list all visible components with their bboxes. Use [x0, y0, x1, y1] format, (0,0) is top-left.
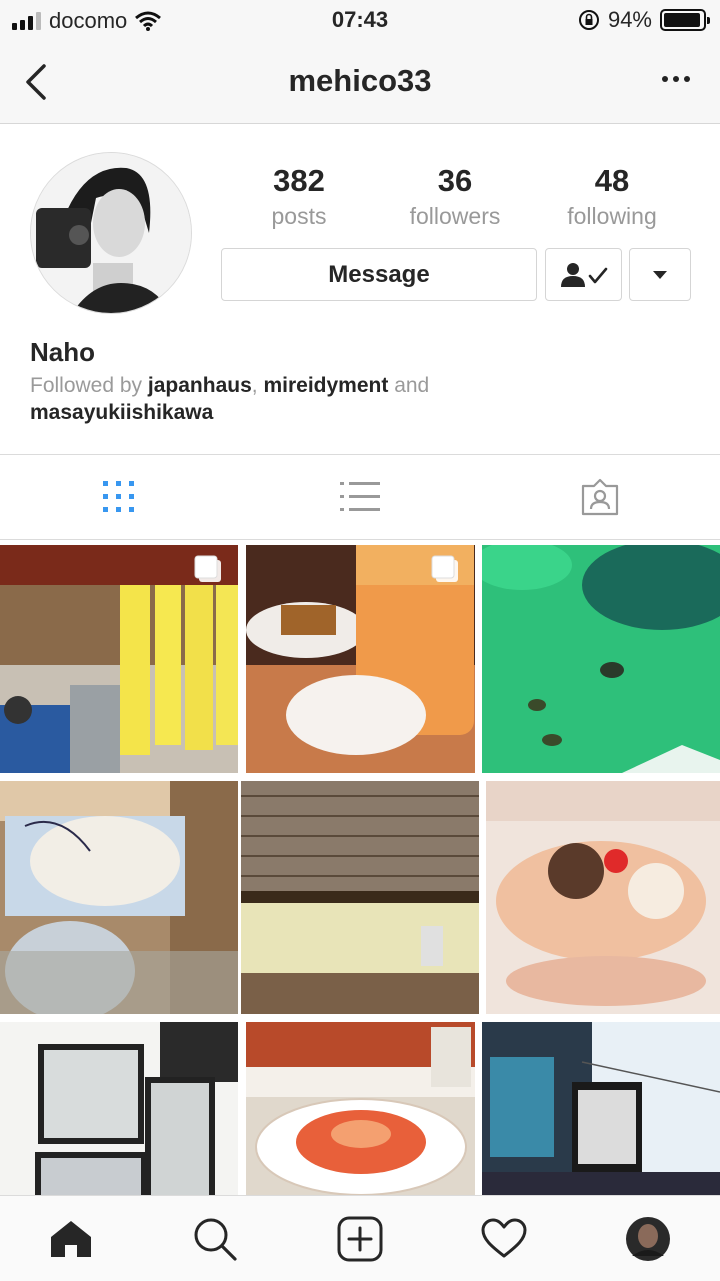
post-photo: [0, 781, 238, 1014]
profile-tab[interactable]: [625, 1216, 671, 1262]
grid-post[interactable]: [241, 781, 479, 1014]
post-photo: [486, 781, 720, 1014]
grid-post[interactable]: [482, 545, 720, 773]
activity-tab[interactable]: [481, 1216, 527, 1262]
page-title: mehico33: [288, 63, 432, 98]
more-dot: [684, 76, 690, 82]
grid-post[interactable]: [246, 545, 475, 773]
bottom-tab-bar: [0, 1195, 720, 1281]
heart-icon: [481, 1218, 527, 1258]
following-button[interactable]: [545, 248, 622, 301]
home-icon: [51, 1221, 91, 1257]
posts-grid: [0, 545, 720, 1195]
stat-value: 36: [437, 163, 473, 198]
stat-posts[interactable]: 382 posts: [224, 163, 374, 230]
home-tab[interactable]: [48, 1216, 94, 1262]
follower-link[interactable]: japanhaus: [148, 374, 252, 397]
user-check-icon: [560, 262, 607, 287]
more-options-button[interactable]: [662, 76, 690, 82]
tab-tagged[interactable]: [578, 475, 622, 519]
stat-value: 382: [273, 163, 325, 198]
post-photo: [482, 1022, 720, 1195]
caret-down-icon: [653, 270, 667, 279]
stat-label: following: [567, 203, 657, 229]
followed-by-text: Followed by japanhaus, mireidyment and m…: [30, 372, 690, 426]
grid-icon: [103, 481, 134, 512]
post-photo: [246, 1022, 475, 1195]
followed-by-prefix: Followed by: [30, 374, 143, 397]
profile-name: Naho: [30, 337, 95, 367]
follower-link[interactable]: masayukiishikawa: [30, 401, 213, 424]
status-bar: docomo 07:43 94%: [0, 0, 720, 40]
nav-bar: mehico33: [0, 40, 720, 124]
message-button[interactable]: Message: [221, 248, 537, 301]
grid-post[interactable]: [0, 781, 238, 1014]
avatar-photo: [31, 153, 191, 313]
post-photo: [0, 1022, 238, 1195]
stat-label: posts: [271, 203, 327, 229]
grid-post[interactable]: [0, 1022, 238, 1195]
stat-followers[interactable]: 36 followers: [380, 163, 530, 230]
profile-avatar: [626, 1217, 670, 1261]
followed-by-separator: ,: [251, 374, 258, 397]
list-icon: [340, 482, 380, 511]
follower-link[interactable]: mireidyment: [263, 374, 388, 397]
new-post-tab[interactable]: [337, 1216, 383, 1262]
grid-post[interactable]: [486, 781, 720, 1014]
battery-fill: [664, 13, 700, 27]
profile-tabs: [0, 454, 720, 540]
post-photo: [241, 781, 479, 1014]
profile-avatar[interactable]: [30, 152, 192, 314]
followed-by-and: and: [394, 374, 430, 397]
post-photo: [482, 545, 720, 773]
more-dot: [673, 76, 679, 82]
search-icon: [194, 1218, 237, 1261]
multiple-photos-icon: [431, 555, 458, 582]
stat-following[interactable]: 48 following: [537, 163, 687, 230]
status-right: 94%: [578, 7, 710, 33]
add-post-icon: [337, 1216, 383, 1262]
battery-percent: 94%: [607, 7, 652, 32]
suggestions-dropdown-button[interactable]: [629, 248, 691, 301]
stat-label: followers: [409, 203, 501, 229]
search-tab[interactable]: [192, 1216, 238, 1262]
orientation-lock-icon: [578, 10, 599, 30]
grid-post[interactable]: [482, 1022, 720, 1195]
stat-value: 48: [594, 163, 630, 198]
grid-post[interactable]: [246, 1022, 475, 1195]
tagged-person-icon: [581, 478, 619, 516]
grid-post[interactable]: [0, 545, 238, 773]
battery-icon: [660, 9, 710, 31]
more-dot: [662, 76, 668, 82]
multiple-photos-icon: [194, 555, 221, 582]
tab-list[interactable]: [338, 475, 382, 519]
tab-grid[interactable]: [97, 475, 141, 519]
